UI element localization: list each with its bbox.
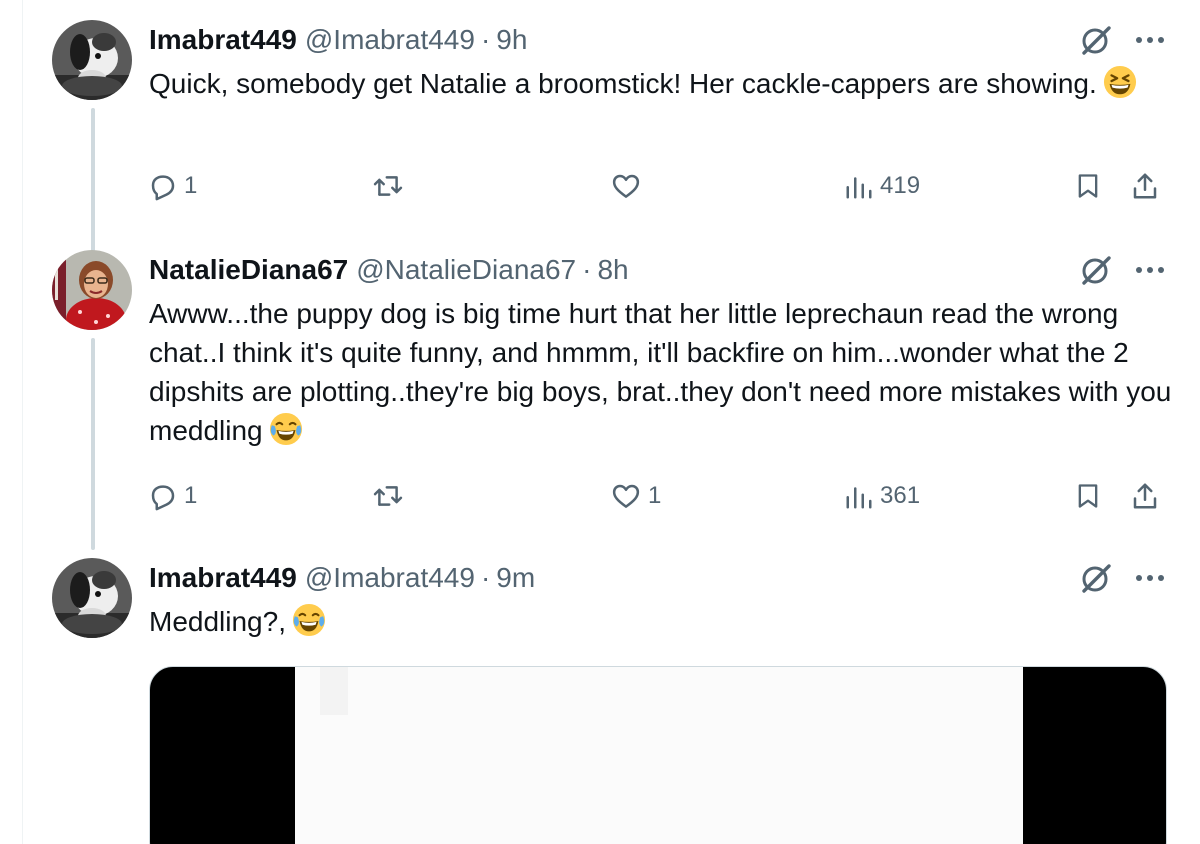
more-icon[interactable] bbox=[1128, 558, 1172, 598]
tweet-header: NatalieDiana67 @NatalieDiana67 · 8h bbox=[149, 250, 629, 290]
tweet[interactable]: Imabrat449 @Imabrat449 · 9h Quick, someb… bbox=[0, 20, 1200, 258]
timestamp[interactable]: 8h bbox=[597, 254, 628, 286]
like-button[interactable] bbox=[610, 162, 648, 210]
tweet-text: Quick, somebody get Natalie a broomstick… bbox=[149, 64, 1179, 103]
view-count: 419 bbox=[880, 172, 921, 199]
repost-icon bbox=[373, 176, 403, 196]
timestamp[interactable]: 9h bbox=[496, 24, 527, 56]
view-count: 361 bbox=[880, 482, 921, 509]
tweet-body: Quick, somebody get Natalie a broomstick… bbox=[149, 68, 1097, 99]
views-icon bbox=[846, 177, 872, 199]
grok-icon[interactable] bbox=[1076, 558, 1116, 598]
reply-button[interactable]: 1 bbox=[148, 472, 197, 520]
separator-dot: · bbox=[480, 24, 491, 55]
tweet[interactable]: NatalieDiana67 @NatalieDiana67 · 8h Awww… bbox=[0, 250, 1200, 560]
thread-line bbox=[91, 338, 95, 550]
display-name[interactable]: NatalieDiana67 bbox=[149, 254, 348, 286]
tweet-actions: 1 419 bbox=[140, 162, 1180, 210]
reply-button[interactable]: 1 bbox=[148, 162, 197, 210]
like-button[interactable]: 1 bbox=[610, 472, 661, 520]
reply-icon bbox=[151, 175, 175, 201]
tweet-actions: 1 1 361 bbox=[140, 472, 1180, 520]
display-name[interactable]: Imabrat449 bbox=[149, 24, 297, 56]
bookmark-button[interactable] bbox=[1074, 162, 1102, 210]
tweet-header: Imabrat449 @Imabrat449 · 9h bbox=[149, 20, 527, 60]
tweet-header: Imabrat449 @Imabrat449 · 9m bbox=[149, 558, 535, 598]
reply-count: 1 bbox=[184, 482, 198, 509]
share-button[interactable] bbox=[1130, 472, 1160, 520]
thread-line bbox=[91, 108, 95, 258]
more-icon[interactable] bbox=[1128, 250, 1172, 290]
conversation-feed: Imabrat449 @Imabrat449 · 9h Quick, someb… bbox=[0, 0, 1200, 844]
views-button[interactable]: 361 bbox=[844, 472, 920, 520]
grinning-squinting-face-emoji bbox=[1103, 65, 1136, 99]
reply-icon bbox=[151, 485, 175, 511]
repost-icon bbox=[373, 486, 403, 506]
separator-dot: · bbox=[480, 562, 491, 593]
like-icon bbox=[612, 174, 640, 198]
like-count: 1 bbox=[648, 482, 662, 509]
media-content bbox=[295, 667, 1023, 844]
repost-button[interactable] bbox=[372, 472, 410, 520]
user-handle[interactable]: @Imabrat449 bbox=[305, 562, 475, 594]
user-handle[interactable]: @NatalieDiana67 bbox=[356, 254, 576, 286]
display-name[interactable]: Imabrat449 bbox=[149, 562, 297, 594]
share-button[interactable] bbox=[1130, 162, 1160, 210]
tweet-body: Meddling?, bbox=[149, 606, 286, 637]
face-with-tears-of-joy-emoji bbox=[269, 412, 302, 446]
share-icon bbox=[1133, 173, 1157, 199]
tweet-text: Awww...the puppy dog is big time hurt th… bbox=[149, 294, 1179, 450]
tweet-text: Meddling?, bbox=[149, 602, 1179, 641]
user-handle[interactable]: @Imabrat449 bbox=[305, 24, 475, 56]
more-icon[interactable] bbox=[1128, 20, 1172, 60]
separator-dot: · bbox=[582, 254, 592, 285]
avatar[interactable] bbox=[52, 558, 132, 638]
like-icon bbox=[612, 484, 640, 508]
views-button[interactable]: 419 bbox=[844, 162, 920, 210]
views-icon bbox=[846, 487, 872, 509]
grok-icon[interactable] bbox=[1076, 250, 1116, 290]
repost-button[interactable] bbox=[372, 162, 410, 210]
bookmark-icon bbox=[1078, 484, 1098, 508]
face-with-tears-of-joy-emoji bbox=[292, 603, 326, 637]
share-icon bbox=[1133, 483, 1157, 509]
bookmark-icon bbox=[1078, 174, 1098, 198]
tweet-media-image[interactable] bbox=[149, 666, 1167, 844]
reply-count: 1 bbox=[184, 172, 198, 199]
media-content-detail bbox=[320, 667, 348, 715]
avatar[interactable] bbox=[52, 20, 132, 100]
avatar[interactable] bbox=[52, 250, 132, 330]
grok-icon[interactable] bbox=[1076, 20, 1116, 60]
timestamp[interactable]: 9m bbox=[496, 562, 535, 594]
bookmark-button[interactable] bbox=[1074, 472, 1102, 520]
